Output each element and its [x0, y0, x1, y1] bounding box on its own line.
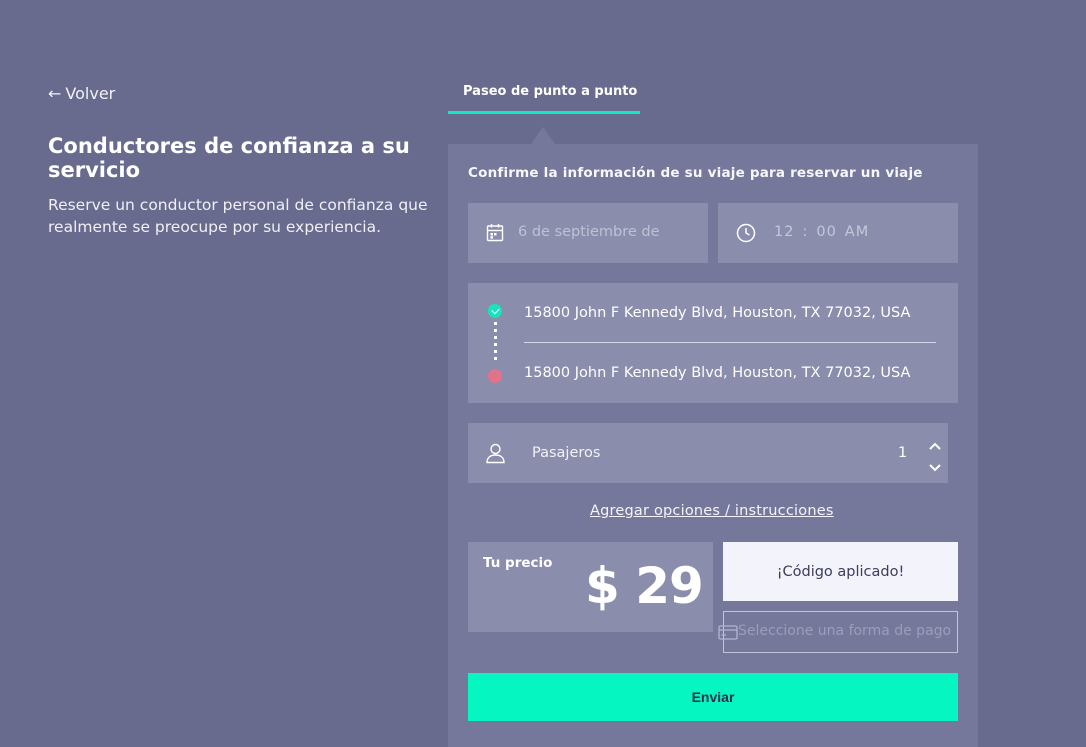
- back-label: Volver: [65, 84, 116, 103]
- date-value: 6 de septiembre de: [518, 224, 660, 240]
- time-minute[interactable]: 00: [816, 224, 836, 240]
- page-title: Conductores de confianza a su servicio: [48, 134, 410, 182]
- credit-card-icon: [718, 625, 738, 640]
- booking-heading: Confirme la información de su viaje para…: [468, 165, 923, 181]
- payment-placeholder: Seleccione una forma de pago: [738, 623, 952, 639]
- chevron-up-icon[interactable]: [927, 437, 943, 450]
- card-pointer: [531, 127, 555, 144]
- route-dotted-line: [494, 322, 497, 362]
- time-period[interactable]: AM: [845, 224, 869, 240]
- pickup-address[interactable]: 15800 John F Kennedy Blvd, Houston, TX 7…: [524, 305, 910, 321]
- route-divider: [524, 342, 936, 343]
- passengers-label: Pasajeros: [532, 445, 601, 461]
- tab-point-to-point[interactable]: Paseo de punto a punto: [448, 80, 640, 114]
- add-options-link[interactable]: Agregar opciones / instrucciones: [590, 503, 834, 519]
- person-icon: [486, 443, 505, 464]
- submit-button[interactable]: Enviar: [468, 673, 958, 721]
- time-hour[interactable]: 12: [774, 224, 794, 240]
- back-link[interactable]: ← Volver: [48, 84, 115, 103]
- passengers-count[interactable]: 1: [898, 445, 907, 461]
- page-description: Reserve un conductor personal de confian…: [48, 196, 428, 236]
- time-separator: :: [802, 224, 809, 240]
- price-label: Tu precio: [483, 555, 553, 571]
- chevron-down-icon[interactable]: [927, 459, 943, 472]
- promo-code-button[interactable]: ¡Código aplicado!: [723, 542, 958, 601]
- dropoff-address[interactable]: 15800 John F Kennedy Blvd, Houston, TX 7…: [524, 365, 910, 381]
- arrow-left-icon: ←: [48, 84, 62, 103]
- destination-marker-icon: [488, 369, 502, 383]
- route-field: [468, 283, 958, 403]
- calendar-icon: [486, 224, 504, 242]
- tab-active-indicator: [448, 111, 640, 114]
- time-value: 12:00 AM: [774, 224, 877, 240]
- origin-marker-icon: [488, 304, 502, 318]
- price-value: $ 29: [585, 557, 704, 615]
- clock-icon: [736, 223, 756, 243]
- passengers-stepper: [927, 437, 943, 472]
